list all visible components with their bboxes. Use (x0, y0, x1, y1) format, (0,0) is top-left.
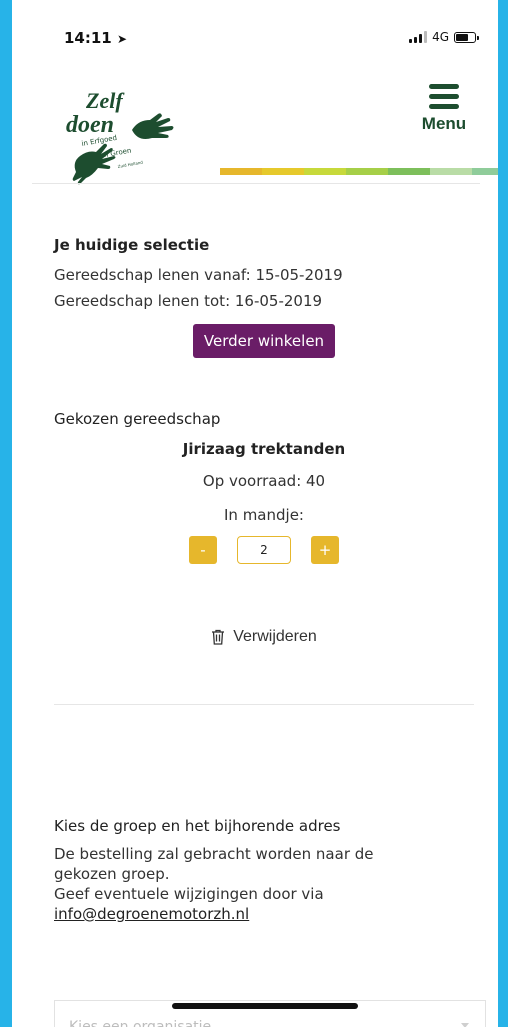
stripe-segment (472, 168, 498, 175)
group-heading: Kies de groep en het bijhorende adres (54, 817, 341, 835)
stock-text: Op voorraad: 40 (202, 472, 326, 490)
phone-screen: 14:11 ➤ 4G Zelf doen in Erfgoed en Groen… (12, 0, 498, 1027)
stripe-segment (304, 168, 346, 175)
group-desc-1: De bestelling zal gebracht worden naar d… (54, 845, 374, 863)
site-header: Zelf doen in Erfgoed en Groen Zuid Holla… (12, 70, 498, 190)
section-divider (54, 704, 474, 705)
time-text: 14:11 (64, 29, 112, 47)
increase-quantity-button[interactable]: + (311, 536, 339, 564)
svg-text:Zelf: Zelf (85, 88, 125, 113)
continue-wrap: Verder winkelen (54, 324, 474, 358)
stripe-segment (262, 168, 304, 175)
stripe-segment (430, 168, 472, 175)
menu-button[interactable]: Menu (416, 84, 472, 134)
quantity-input[interactable]: 2 (237, 536, 291, 564)
svg-text:doen: doen (66, 112, 114, 138)
stripe-segment (346, 168, 388, 175)
decrease-quantity-button[interactable]: - (189, 536, 217, 564)
home-indicator[interactable] (172, 1003, 358, 1009)
chevron-down-icon (461, 1023, 469, 1027)
trash-icon (212, 629, 225, 645)
in-cart-label: In mandje: (224, 506, 304, 524)
select-placeholder: Kies een organisatie (69, 1019, 212, 1027)
quantity-stepper: - 2 + (54, 536, 474, 564)
location-arrow-icon: ➤ (116, 32, 128, 46)
group-desc-3: Geef eventuele wijzigingen door via (54, 885, 324, 903)
remove-item-button[interactable]: Verwijderen (54, 628, 474, 646)
menu-label: Menu (421, 114, 467, 133)
status-time: 14:11 ➤ (64, 29, 127, 47)
cart-content: Je huidige selectie Gereedschap lenen va… (54, 236, 474, 923)
item-name: Jirizaag trektanden (182, 440, 346, 458)
network-type: 4G (432, 30, 449, 44)
email-link[interactable]: info@degroenemotorzh.nl (54, 905, 474, 923)
signal-icon (409, 31, 428, 43)
chosen-tools-heading: Gekozen gereedschap (54, 410, 221, 428)
selection-heading: Je huidige selectie (54, 236, 210, 254)
zelf-doen-logo[interactable]: Zelf doen in Erfgoed en Groen Zuid Holla… (62, 80, 192, 190)
stripe-segment (388, 168, 430, 175)
header-divider (32, 183, 480, 184)
color-stripe-bar (220, 168, 498, 175)
status-bar: 14:11 ➤ 4G (12, 0, 498, 60)
status-icons: 4G (409, 30, 479, 44)
hamburger-icon (429, 84, 459, 109)
loan-from-text: Gereedschap lenen vanaf: 15-05-2019 (54, 266, 343, 284)
battery-icon (454, 31, 479, 43)
stripe-segment (220, 168, 262, 175)
loan-to-text: Gereedschap lenen tot: 16-05-2019 (54, 292, 323, 310)
remove-label: Verwijderen (233, 628, 317, 645)
svg-text:Zuid Holland: Zuid Holland (117, 160, 143, 169)
continue-shopping-button[interactable]: Verder winkelen (192, 324, 336, 358)
group-desc-2: gekozen groep. (54, 865, 170, 883)
